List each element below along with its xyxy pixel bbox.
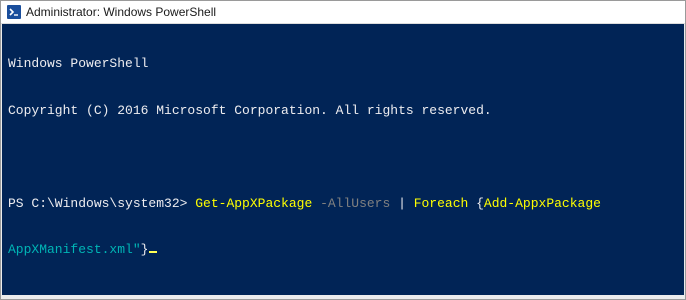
brace-open: { <box>468 195 484 211</box>
powershell-window: Administrator: Windows PowerShell Window… <box>0 0 686 300</box>
header-line-2: Copyright (C) 2016 Microsoft Corporation… <box>8 103 601 119</box>
command-add-appxpackage: Add-AppxPackage <box>483 195 601 211</box>
pipe-operator: | <box>390 195 414 211</box>
console-text: Windows PowerShell Copyright (C) 2016 Mi… <box>8 25 601 289</box>
parameter-allusers: -AllUsers <box>312 195 391 211</box>
title-bar[interactable]: Administrator: Windows PowerShell <box>1 1 685 24</box>
header-line-1: Windows PowerShell <box>8 56 601 72</box>
powershell-icon <box>7 5 21 19</box>
header-title-text: Windows PowerShell <box>8 56 149 71</box>
command-foreach: Foreach <box>413 195 469 211</box>
text-cursor <box>149 251 158 253</box>
command-line-wrapped: AppXManifest.xml"} <box>8 242 601 258</box>
command-line: PS C:\Windows\system32> Get-AppXPackage … <box>8 196 601 212</box>
bottom-border <box>2 295 684 299</box>
command-get-appxpackage: Get-AppXPackage <box>195 195 313 211</box>
console-area[interactable]: Windows PowerShell Copyright (C) 2016 Mi… <box>2 24 684 295</box>
string-manifest: AppXManifest.xml" <box>8 242 141 257</box>
window-title: Administrator: Windows PowerShell <box>26 5 217 19</box>
prompt: PS C:\Windows\system32> <box>8 195 196 211</box>
brace-close: } <box>140 242 149 257</box>
copyright-text: Copyright (C) 2016 Microsoft Corporation… <box>8 102 492 118</box>
